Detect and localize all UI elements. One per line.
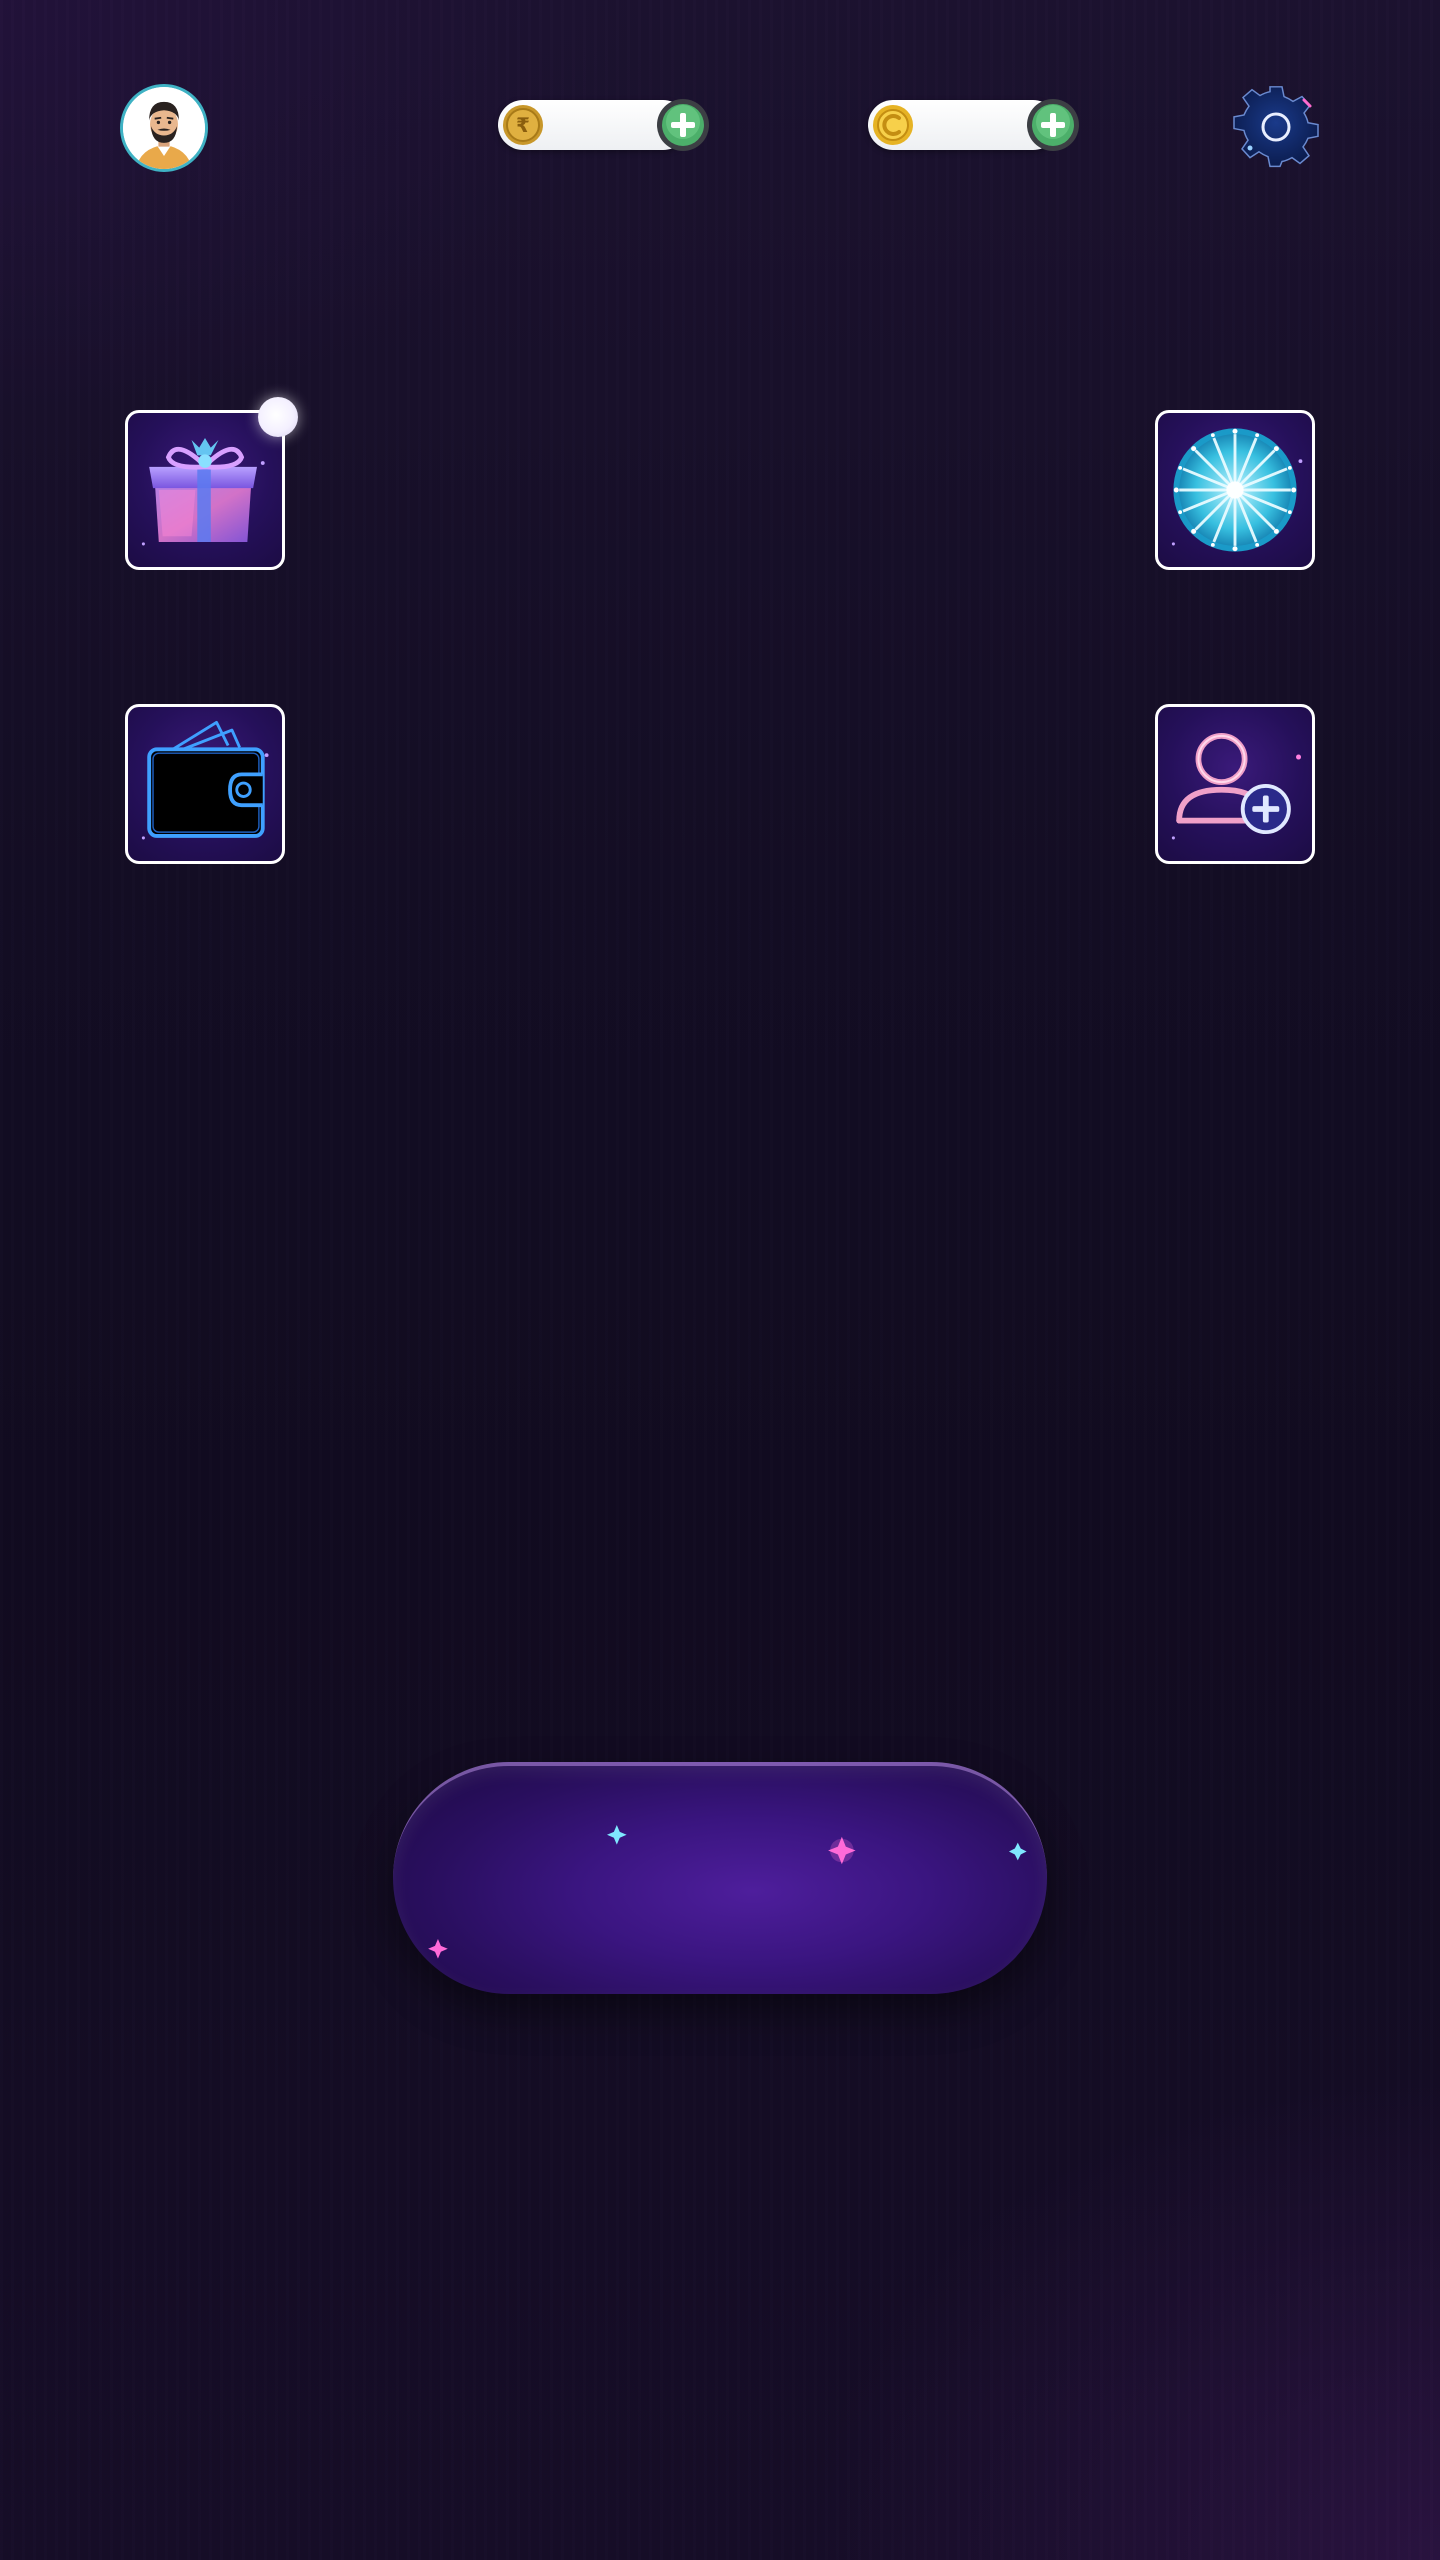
svg-text:₹: ₹ bbox=[516, 113, 530, 137]
spin-wheel-icon bbox=[1171, 428, 1303, 552]
invite-friend-tile[interactable] bbox=[1155, 704, 1315, 864]
add-coin-button[interactable] bbox=[1026, 98, 1080, 152]
settings-button[interactable] bbox=[1232, 84, 1320, 172]
rupee-coin-icon: ₹ bbox=[503, 105, 543, 145]
add-rupee-button[interactable] bbox=[656, 98, 710, 152]
play-button-label bbox=[393, 1766, 1047, 1994]
coin-balance-pill bbox=[868, 99, 1079, 151]
background-texture bbox=[0, 0, 1440, 2560]
wallet-icon bbox=[141, 720, 269, 840]
add-user-icon bbox=[1171, 732, 1302, 840]
play-button[interactable] bbox=[393, 1762, 1047, 1994]
gift-notification-dot bbox=[258, 397, 298, 437]
gift-box-icon bbox=[141, 438, 265, 546]
gift-tile[interactable] bbox=[125, 410, 285, 570]
wallet-tile[interactable] bbox=[125, 704, 285, 864]
gear-icon bbox=[1233, 86, 1319, 168]
spin-wheel-tile[interactable] bbox=[1155, 410, 1315, 570]
player-avatar[interactable] bbox=[120, 84, 208, 172]
gold-coin-icon bbox=[873, 105, 913, 145]
man-avatar-icon bbox=[123, 87, 205, 169]
rupee-balance-pill: ₹ bbox=[498, 99, 709, 151]
